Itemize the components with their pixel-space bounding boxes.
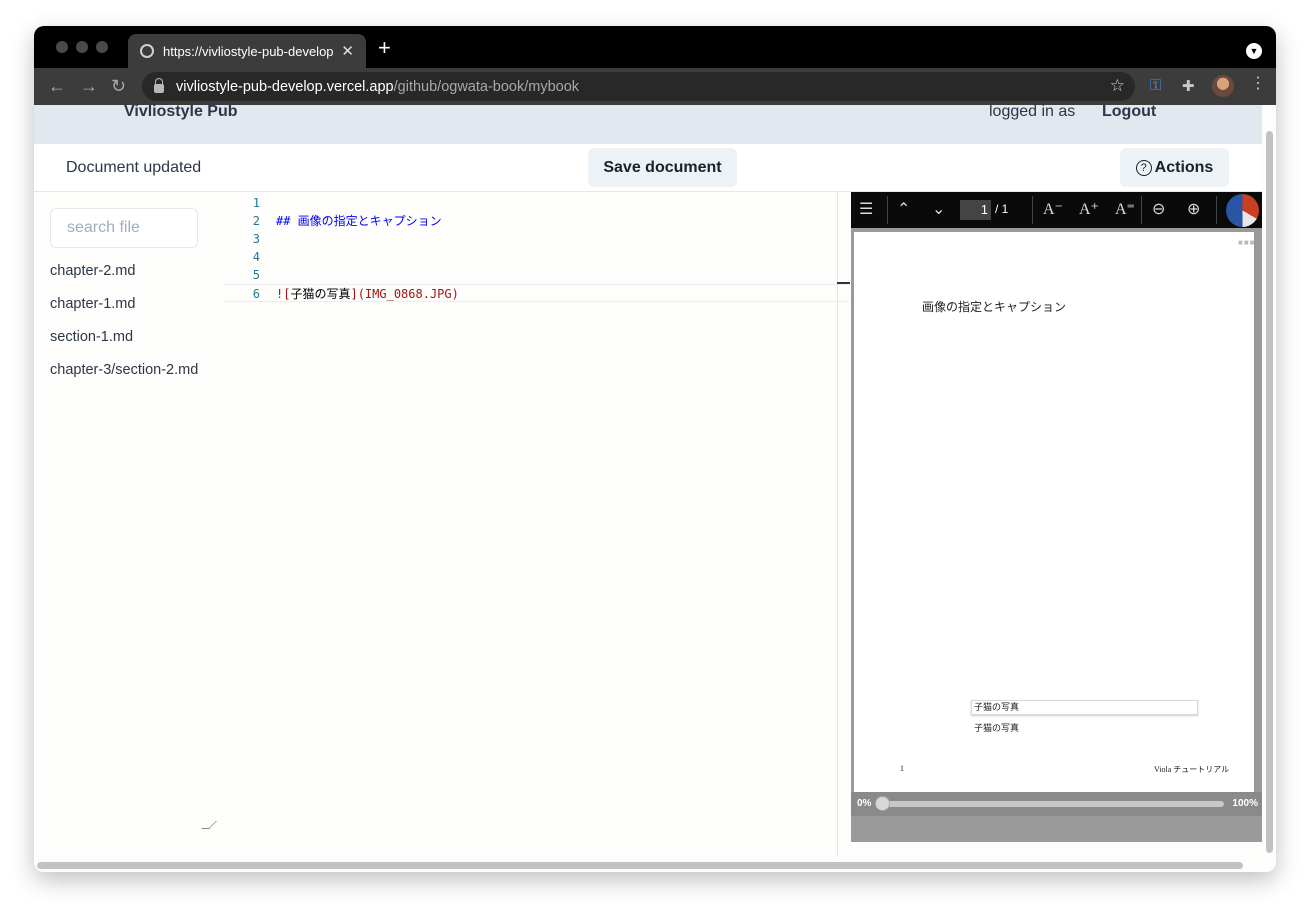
editor-line: 1 [224,194,850,212]
address-bar[interactable]: vivliostyle-pub-develop.vercel.app/githu… [142,72,1135,101]
more-menu-icon[interactable]: ⋮ [1250,76,1266,92]
file-item-chapter-3-section-2[interactable]: chapter-3/section-2.md [50,360,200,381]
logout-link[interactable]: Logout [1102,104,1156,120]
image-markup: ![子猫の写真](IMG_0868.JPG) [276,285,459,303]
editor-line: 5 [224,266,850,284]
broken-image: 子猫の写真 [971,700,1198,715]
maximize-window-button[interactable] [96,41,108,53]
image-open-token: ![ [276,287,291,301]
image-alt-text: 子猫の写真 [290,287,351,301]
search-file-input[interactable] [50,208,198,248]
toolbar-divider [1216,196,1217,224]
globe-icon [140,44,154,58]
brand-title[interactable]: Vivliostyle Pub [124,104,238,120]
page-folio: 1 [900,764,904,773]
web-page: Vivliostyle Pub logged in as Logout Docu… [34,103,1276,872]
actions-label: Actions [1154,158,1214,176]
browser-tab[interactable]: https://vivliostyle-pub-develop ✕ [128,34,366,68]
browser-toolbar: ← → ↻ vivliostyle-pub-develop.vercel.app… [34,68,1276,105]
profile-avatar[interactable] [1212,75,1234,97]
editor-line: 3 [224,230,850,248]
toolbar-divider [1141,196,1142,224]
next-page-icon[interactable]: ⌄ [932,200,945,220]
lock-icon [154,78,164,93]
close-icon[interactable]: ✕ [341,42,354,60]
browser-window: https://vivliostyle-pub-develop ✕ + ▼ ← … [34,26,1276,872]
file-list: chapter-2.md chapter-1.md section-1.md c… [50,261,200,393]
line-number: 6 [252,287,260,301]
heading-text: ## 画像の指定とキャプション [276,214,442,228]
progress-slider-thumb[interactable] [875,796,890,811]
resize-handle[interactable] [201,821,217,829]
page-number-input[interactable]: 1 [960,200,991,220]
tab-title: https://vivliostyle-pub-develop [163,43,334,59]
splitter-marker [837,282,850,284]
app-header: Vivliostyle Pub logged in as Logout [34,103,1262,144]
toolbar-divider [887,196,888,224]
zoom-in-icon[interactable]: ⊕ [1187,200,1200,220]
first-page-icon[interactable]: ⌃ [897,200,910,220]
line-number: 5 [252,268,260,282]
line-number: 4 [252,250,260,264]
figure-caption: 子猫の写真 [974,723,1020,733]
star-icon[interactable]: ☆ [1110,76,1125,96]
viewer-progress-bar: 0% 100% [851,792,1262,816]
tab-search-icon[interactable]: ▼ [1246,43,1262,59]
image-alt-label: 子猫の写真 [974,702,1020,712]
puzzle-extension-icon[interactable]: ✚ [1182,77,1195,95]
url-host: vivliostyle-pub-develop.vercel.app [176,78,394,95]
progress-start-label: 0% [857,798,872,809]
file-item-section-1[interactable]: section-1.md [50,327,200,348]
line-number: 3 [252,232,260,246]
save-document-label: Save document [603,158,722,176]
editor-line: 4 [224,248,850,266]
code-editor[interactable]: 1 2 ## 画像の指定とキャプション 3 4 5 6 ![子猫の写真](IMG_0… [224,192,850,857]
progress-end-label: 100% [1232,798,1258,809]
actions-button[interactable]: ? Actions [1120,148,1229,187]
preview-viewer: ☰ ⌃ ⌄ 1 / 1 A⁻ A⁺ A⁼ ⊖ ⊕ ■■■ 画像の指定とキャプショ… [851,192,1262,842]
url-path: /github/ogwata-book/mybook [393,78,580,95]
line-number: 1 [252,196,260,210]
page-heading: 画像の指定とキャプション [922,300,1067,314]
horizontal-scrollbar[interactable] [37,862,1243,869]
save-document-button[interactable]: Save document [588,148,737,187]
font-increase-icon[interactable]: A⁺ [1079,200,1099,220]
progress-track[interactable] [881,801,1224,807]
minimize-window-button[interactable] [76,41,88,53]
line-number: 2 [252,214,260,228]
page-menu-icon[interactable]: ■■■ [1238,238,1256,247]
new-tab-button[interactable]: + [378,37,391,59]
pane-divider[interactable] [837,192,838,857]
image-url-token: ](IMG_0868.JPG) [350,287,459,301]
preview-page: ■■■ 画像の指定とキャプション 子猫の写真 子猫の写真 1 Viola チュー… [854,232,1256,792]
reload-icon[interactable]: ↻ [111,75,126,97]
toolbar-divider [1032,196,1033,224]
status-message: Document updated [66,159,202,176]
forward-arrow-icon[interactable]: → [80,75,98,97]
key-extension-icon[interactable]: ⚿ [1150,77,1161,94]
viewer-toolbar: ☰ ⌃ ⌄ 1 / 1 A⁻ A⁺ A⁼ ⊖ ⊕ [851,192,1262,228]
font-decrease-icon[interactable]: A⁻ [1043,200,1063,220]
toc-list-icon[interactable]: ☰ [859,200,873,220]
logged-in-label: logged in as [989,103,1076,120]
file-item-chapter-1[interactable]: chapter-1.md [50,294,200,315]
action-bar: Document updated Save document ? Actions [34,144,1262,192]
zoom-out-icon[interactable]: ⊖ [1152,200,1165,220]
running-head: Viola チュートリアル [1154,765,1230,774]
vertical-scrollbar[interactable] [1266,131,1273,853]
close-window-button[interactable] [56,41,68,53]
editor-current-line: 6 ![子猫の写真](IMG_0868.JPG) [224,284,850,302]
font-reset-icon[interactable]: A⁼ [1115,200,1135,220]
question-icon: ? [1135,159,1152,176]
window-controls [56,41,108,53]
vivliostyle-logo[interactable] [1226,194,1259,227]
file-item-chapter-2[interactable]: chapter-2.md [50,261,200,282]
editor-line: 2 ## 画像の指定とキャプション [224,212,850,230]
page-total: / 1 [995,202,1009,216]
back-arrow-icon[interactable]: ← [48,75,66,97]
tab-bar: https://vivliostyle-pub-develop ✕ + ▼ [34,26,1276,68]
